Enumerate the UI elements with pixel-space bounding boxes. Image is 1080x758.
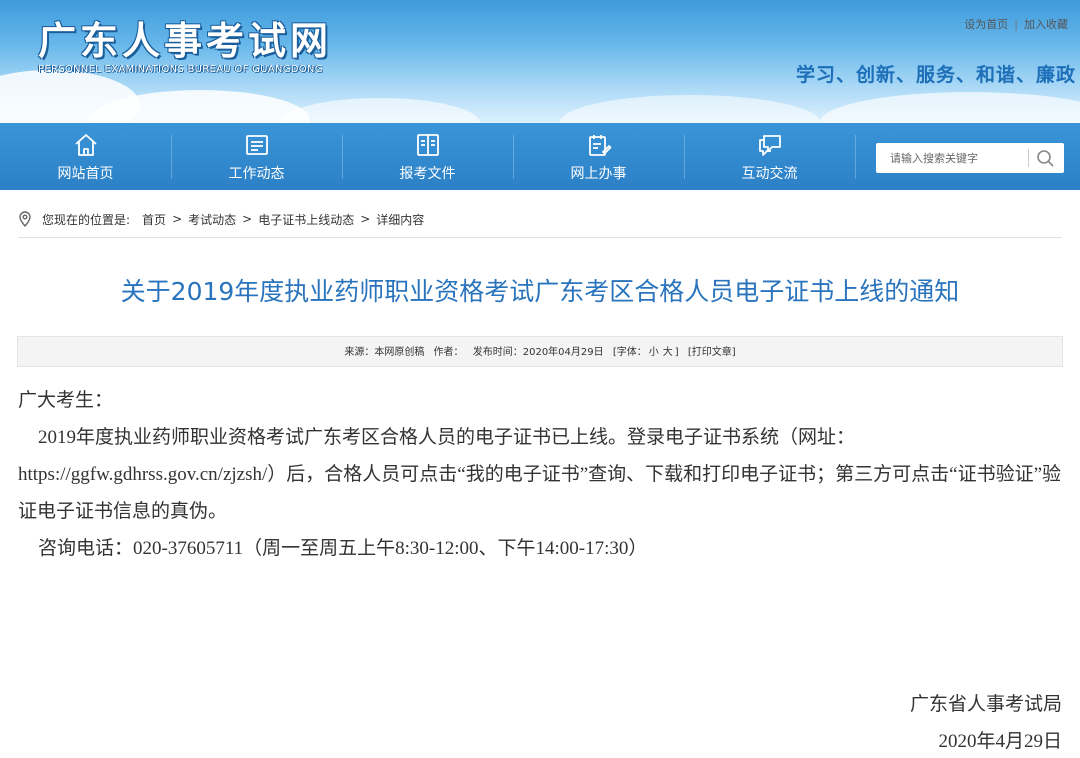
add-favorite-link[interactable]: 加入收藏 bbox=[1024, 18, 1068, 31]
breadcrumb-separator: > bbox=[242, 212, 253, 226]
nav-item-online-service[interactable]: 网上办事 bbox=[513, 123, 684, 190]
nav-item-home[interactable]: 网站首页 bbox=[0, 123, 171, 190]
top-links: 设为首页 | 加入收藏 bbox=[964, 16, 1068, 32]
clipboard-edit-icon bbox=[588, 135, 611, 156]
search-separator bbox=[1028, 149, 1029, 167]
meta-date: 发布时间：2020年04月29日 bbox=[472, 347, 604, 358]
nav-item-label: 网站首页 bbox=[57, 166, 114, 182]
breadcrumb-separator: > bbox=[360, 212, 371, 226]
print-article-button[interactable]: [打印文章] bbox=[688, 347, 736, 358]
chat-bubble-icon bbox=[758, 135, 781, 156]
nav-item-label: 网上办事 bbox=[570, 166, 627, 182]
top-links-separator: | bbox=[1014, 18, 1018, 31]
search-input[interactable] bbox=[876, 143, 1028, 173]
meta-author: 作者： bbox=[433, 347, 464, 358]
article-signature: 广东省人事考试局 bbox=[909, 694, 1062, 715]
breadcrumb-separator: > bbox=[172, 212, 183, 226]
nav-item-label: 工作动态 bbox=[228, 166, 285, 182]
home-icon bbox=[74, 134, 97, 156]
nav-item-interaction[interactable]: 互动交流 bbox=[684, 123, 855, 190]
location-pin-icon bbox=[19, 211, 31, 227]
nav-item-label: 报考文件 bbox=[399, 166, 456, 182]
article-paragraph: 2019年度执业药师职业资格考试广东考区合格人员的电子证书已上线。登录电子证书系… bbox=[18, 427, 1061, 522]
meta-font-prefix: [字体： bbox=[612, 347, 647, 358]
document-book-icon bbox=[416, 134, 439, 156]
article-paragraph: 咨询电话：020-37605711（周一至周五上午8:30-12:00、下午14… bbox=[38, 538, 648, 559]
search-icon[interactable] bbox=[1034, 148, 1056, 168]
search-box bbox=[876, 143, 1064, 173]
article-sign-date: 2020年4月29日 bbox=[938, 731, 1062, 752]
nav-item-work-news[interactable]: 工作动态 bbox=[171, 123, 342, 190]
breadcrumb-divider bbox=[18, 237, 1062, 238]
cloud-decoration bbox=[280, 98, 480, 123]
article-greeting: 广大考生： bbox=[18, 390, 114, 411]
font-large-button[interactable]: 大 bbox=[663, 347, 673, 358]
breadcrumb-exam-news[interactable]: 考试动态 bbox=[188, 211, 236, 228]
breadcrumb-ecert-news[interactable]: 电子证书上线动态 bbox=[258, 211, 354, 228]
meta-font-size: [字体：小大] bbox=[613, 347, 679, 358]
news-icon bbox=[245, 135, 268, 155]
breadcrumb-detail[interactable]: 详细内容 bbox=[376, 211, 424, 228]
breadcrumb-prefix: 您现在的位置是: bbox=[42, 212, 131, 227]
breadcrumb: 您现在的位置是: 首页 > 考试动态 > 电子证书上线动态 > 详细内容 bbox=[18, 209, 424, 229]
meta-source: 来源：本网原创稿 bbox=[344, 347, 425, 358]
nav-divider bbox=[855, 135, 856, 179]
article-title: 关于2019年度执业药师职业资格考试广东考区合格人员电子证书上线的通知 bbox=[120, 277, 960, 306]
nav-item-label: 互动交流 bbox=[741, 166, 798, 182]
nav-item-exam-docs[interactable]: 报考文件 bbox=[342, 123, 513, 190]
article-meta-bar: 来源：本网原创稿 作者： 发布时间：2020年04月29日 [字体：小大] [打… bbox=[17, 336, 1063, 367]
site-slogan: 学习、创新、服务、和谐、廉政 bbox=[795, 64, 1076, 86]
cloud-decoration bbox=[820, 92, 1080, 123]
site-banner: 广东人事考试网 PERSONNEL EXAMINATIONS BUREAU OF… bbox=[0, 0, 1080, 123]
article-body: 广大考生： 2019年度执业药师职业资格考试广东考区合格人员的电子证书已上线。登… bbox=[18, 382, 1064, 567]
set-homepage-link[interactable]: 设为首页 bbox=[964, 18, 1008, 31]
site-logo-subtitle: PERSONNEL EXAMINATIONS BUREAU OF GUANGDO… bbox=[38, 64, 323, 75]
cloud-decoration bbox=[560, 95, 820, 123]
font-small-button[interactable]: 小 bbox=[649, 347, 659, 358]
article-signature-block: 广东省人事考试局 2020年4月29日 bbox=[910, 686, 1062, 758]
meta-font-suffix: ] bbox=[674, 347, 679, 358]
breadcrumb-home[interactable]: 首页 bbox=[142, 211, 166, 228]
site-logo-title[interactable]: 广东人事考试网 bbox=[38, 10, 332, 65]
